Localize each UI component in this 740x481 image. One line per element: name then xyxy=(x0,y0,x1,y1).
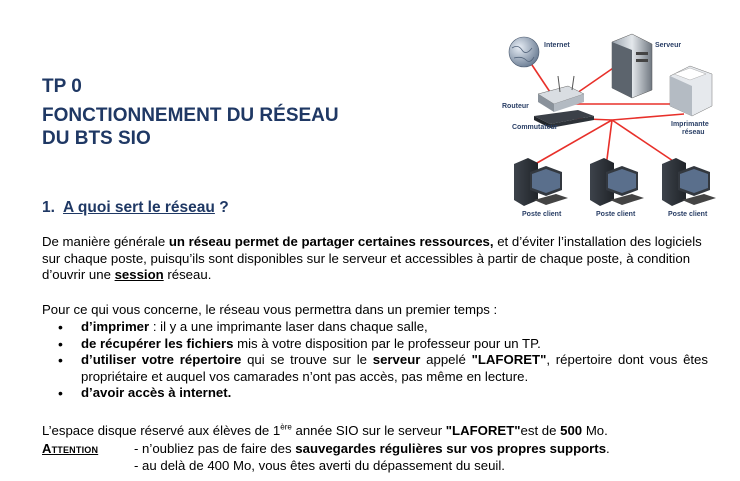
diagram-label-printer-2: réseau xyxy=(682,129,705,136)
text-run: L’espace disque réservé aux élèves de 1 xyxy=(42,423,281,438)
bold-run: de récupérer les fichiers xyxy=(81,335,234,351)
attention-label: Attention xyxy=(42,441,99,456)
bold-run: un réseau permet de partager certaines r… xyxy=(168,234,494,249)
client-computer-icon xyxy=(514,158,568,206)
client-computer-icon xyxy=(590,158,644,206)
text-run: : il y a une imprimante laser dans chaqu… xyxy=(149,319,428,334)
paragraph-usage: Pour ce qui vous concerne, le réseau vou… xyxy=(42,302,498,317)
diagram-label-printer-1: Imprimante xyxy=(671,121,709,128)
text-run: . xyxy=(606,441,610,456)
tp-number: TP 0 xyxy=(42,76,82,97)
text-run: Mo. xyxy=(582,423,608,438)
page-title: FONCTIONNEMENT DU RÉSEAU DU BTS SIO xyxy=(42,104,339,150)
bold-run: "LAFORET" xyxy=(445,423,521,438)
text-run: De manière générale xyxy=(42,234,169,249)
page-title-line-2: DU BTS SIO xyxy=(42,128,151,149)
diagram-label-router: Routeur xyxy=(502,103,529,110)
text-run: année SIO sur le serveur xyxy=(291,423,446,438)
paragraph-intro: De manière générale un réseau permet de … xyxy=(42,234,707,284)
router-icon xyxy=(537,75,585,112)
network-diagram: Internet Serveur Routeur Commutateur Imp… xyxy=(502,33,716,218)
diagram-label-client-1: Poste client xyxy=(522,211,562,218)
text-run: mis à votre disposition par le professeu… xyxy=(233,335,541,351)
section-suffix: ? xyxy=(214,199,229,216)
section-heading: 1. A quoi sert le réseau ? xyxy=(42,199,229,217)
bold-run: d’utiliser votre répertoire xyxy=(81,352,242,367)
page-title-line-1: FONCTIONNEMENT DU RÉSEAU xyxy=(42,105,339,126)
section-title: A quoi sert le réseau xyxy=(62,199,215,216)
bold-run: "LAFORET" xyxy=(471,352,547,367)
text-run: qui se trouve sur le xyxy=(241,352,373,367)
text-run: est de xyxy=(520,423,561,438)
diagram-label-client-3: Poste client xyxy=(668,211,708,218)
diagram-label-server: Serveur xyxy=(655,42,681,49)
list-item: de récupérer les fichiers mis à votre di… xyxy=(56,336,708,353)
client-computer-icon xyxy=(662,158,716,206)
text-run: appelé xyxy=(420,352,472,367)
usage-list: d’imprimer : il y a une imprimante laser… xyxy=(56,319,708,402)
bold-run: sauvegardes régulières sur vos propres s… xyxy=(295,441,607,456)
bold-run: serveur xyxy=(372,352,421,367)
internet-globe-icon xyxy=(508,36,540,68)
list-item: d’imprimer : il y a une imprimante laser… xyxy=(56,319,708,336)
session-term: session xyxy=(114,267,164,282)
diagram-label-client-2: Poste client xyxy=(596,211,636,218)
bold-run: 500 xyxy=(560,423,583,438)
attention-line-2: - au delà de 400 Mo, vous êtes averti du… xyxy=(134,457,505,473)
attention-line-1: - n’oubliez pas de faire des sauvegardes… xyxy=(134,441,694,458)
bold-run: d’imprimer xyxy=(81,319,150,334)
text-run: - n’oubliez pas de faire des xyxy=(134,441,296,456)
title-block: TP 0 FONCTIONNEMENT DU RÉSEAU DU BTS SIO xyxy=(42,76,339,150)
paragraph-quota: L’espace disque réservé aux élèves de 1è… xyxy=(42,423,707,440)
diagram-label-switch: Commutateur xyxy=(512,124,558,131)
superscript: ère xyxy=(280,422,292,432)
list-item: d’avoir accès à internet. xyxy=(56,385,708,402)
text-run: réseau. xyxy=(163,267,212,282)
list-item: d’utiliser votre répertoire qui se trouv… xyxy=(56,352,708,385)
diagram-label-internet: Internet xyxy=(544,42,570,49)
printer-icon xyxy=(669,65,713,117)
bold-run: d’avoir accès à internet. xyxy=(81,385,232,400)
server-icon xyxy=(611,33,653,99)
section-number: 1. xyxy=(42,199,55,216)
attention-lines: - n’oubliez pas de faire des sauvegardes… xyxy=(134,441,694,474)
